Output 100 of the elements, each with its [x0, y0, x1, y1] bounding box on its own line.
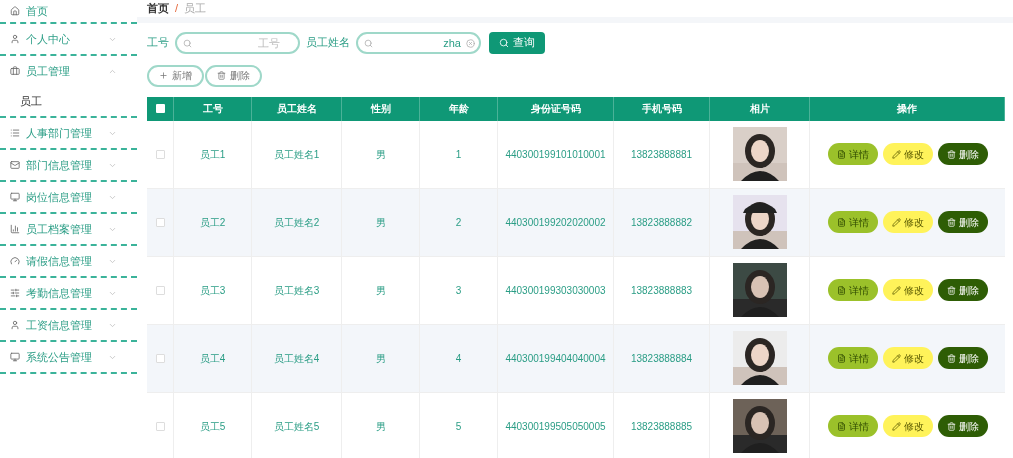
- sidebar-item[interactable]: 部门信息管理: [0, 150, 137, 180]
- table-cell-text: 员工姓名2: [273, 215, 320, 230]
- gauge-icon: [10, 256, 20, 266]
- table-cell-text: 13823888881: [630, 147, 693, 162]
- bar-chart-icon: [10, 224, 20, 234]
- column-header: 手机号码: [614, 96, 710, 121]
- table-cell-text: 男: [375, 147, 386, 162]
- table-cell-text: 13823888883: [630, 283, 693, 298]
- table-cell-text: 13823888885: [630, 419, 693, 434]
- breadcrumb-item: 员工: [184, 1, 207, 16]
- details-button[interactable]: 详情: [827, 143, 878, 165]
- search-icon: [499, 37, 509, 48]
- list-icon: [10, 128, 20, 138]
- plus-icon: [159, 71, 168, 80]
- home-icon: [10, 6, 20, 16]
- table-cell-text: 男: [375, 419, 386, 434]
- edit-button[interactable]: 修改: [882, 211, 933, 233]
- file-icon: [836, 149, 846, 159]
- details-button[interactable]: 详情: [827, 279, 878, 301]
- details-button[interactable]: 详情: [827, 211, 878, 233]
- pencil-icon: [891, 217, 901, 227]
- sidebar-item[interactable]: 人事部门管理: [0, 118, 137, 148]
- search-icon: [183, 38, 192, 48]
- delete-button[interactable]: 删除: [937, 279, 988, 301]
- table-cell-text: 员工姓名5: [273, 419, 320, 434]
- sidebar-item[interactable]: 岗位信息管理: [0, 182, 137, 212]
- sidebar-item[interactable]: 工资信息管理: [0, 310, 137, 340]
- delete-button[interactable]: 删除: [937, 143, 988, 165]
- monitor-icon: [10, 352, 20, 362]
- table-cell-text: 员工5: [199, 419, 226, 434]
- table-cell-text: 员工1: [199, 147, 226, 162]
- user-icon: [10, 34, 20, 44]
- field-label: 员工姓名: [306, 35, 350, 51]
- pencil-icon: [891, 353, 901, 363]
- search-field[interactable]: zha: [356, 31, 481, 54]
- table-cell-text: 员工姓名3: [273, 283, 320, 298]
- table-cell-text: 440300199101010001: [505, 147, 606, 162]
- row-checkbox[interactable]: [155, 285, 165, 295]
- delete-button[interactable]: 删除: [937, 415, 988, 437]
- table-cell-text: 440300199303030003: [505, 283, 606, 298]
- sliders-icon: [10, 288, 20, 298]
- breadcrumb-separator: /: [175, 1, 179, 16]
- edit-button[interactable]: 修改: [882, 279, 933, 301]
- column-header: 身份证号码: [498, 96, 614, 121]
- search-icon: [364, 38, 373, 48]
- sidebar-item[interactable]: 首页: [0, 0, 137, 22]
- row-checkbox[interactable]: [155, 421, 165, 431]
- sidebar-item[interactable]: 个人中心: [0, 24, 137, 54]
- edit-button[interactable]: 修改: [882, 347, 933, 369]
- trash-icon: [217, 71, 226, 80]
- sidebar-item[interactable]: 员工管理: [0, 56, 137, 86]
- table-cell-text: 440300199404040004: [505, 351, 606, 366]
- trash-icon: [946, 285, 956, 295]
- field-label: 工号: [147, 35, 169, 51]
- table-cell-text: 员工3: [199, 283, 226, 298]
- sidebar-item[interactable]: 请假信息管理: [0, 246, 137, 276]
- details-button[interactable]: 详情: [827, 415, 878, 437]
- sidebar-item[interactable]: 系统公告管理: [0, 342, 137, 372]
- table-cell-text: 男: [375, 283, 386, 298]
- delete-button[interactable]: 删除: [205, 64, 262, 87]
- table-cell-text: 男: [375, 215, 386, 230]
- table-cell-text: 440300199505050005: [505, 419, 606, 434]
- table-cell-text: 440300199202020002: [505, 215, 606, 230]
- table-cell-text: 员工2: [199, 215, 226, 230]
- column-header: 年龄: [420, 96, 498, 121]
- pencil-icon: [891, 149, 901, 159]
- pencil-icon: [891, 285, 901, 295]
- row-checkbox[interactable]: [155, 353, 165, 363]
- row-checkbox[interactable]: [155, 149, 165, 159]
- trash-icon: [946, 217, 956, 227]
- table-cell-text: 3: [455, 283, 462, 298]
- select-all-checkbox[interactable]: [155, 104, 165, 113]
- sidebar-subitem[interactable]: 员工: [0, 86, 137, 116]
- breadcrumb-item[interactable]: 首页: [147, 0, 169, 17]
- trash-icon: [946, 421, 956, 431]
- column-header: 性别: [342, 96, 420, 121]
- table-cell-text: 员工姓名1: [273, 147, 320, 162]
- details-button[interactable]: 详情: [827, 347, 878, 369]
- search-button[interactable]: 查询: [489, 31, 545, 54]
- delete-button[interactable]: 删除: [937, 347, 988, 369]
- column-header: 相片: [710, 96, 810, 121]
- file-icon: [836, 353, 846, 363]
- add-button[interactable]: 新增: [147, 64, 204, 87]
- edit-button[interactable]: 修改: [882, 415, 933, 437]
- sidebar-item[interactable]: 考勤信息管理: [0, 278, 137, 308]
- delete-button[interactable]: 删除: [937, 211, 988, 233]
- trash-icon: [946, 353, 956, 363]
- table-cell-text: 男: [375, 351, 386, 366]
- clear-icon[interactable]: [466, 38, 475, 48]
- table-cell-text: 2: [455, 215, 462, 230]
- table-cell-text: 13823888882: [630, 215, 693, 230]
- row-checkbox[interactable]: [155, 217, 165, 227]
- edit-button[interactable]: 修改: [882, 143, 933, 165]
- briefcase-icon: [10, 66, 20, 76]
- column-header: 员工姓名: [252, 96, 342, 121]
- table-cell-text: 4: [455, 351, 462, 366]
- table-cell-text: 5: [455, 419, 462, 434]
- sidebar-item[interactable]: 员工档案管理: [0, 214, 137, 244]
- pencil-icon: [891, 421, 901, 431]
- file-icon: [836, 285, 846, 295]
